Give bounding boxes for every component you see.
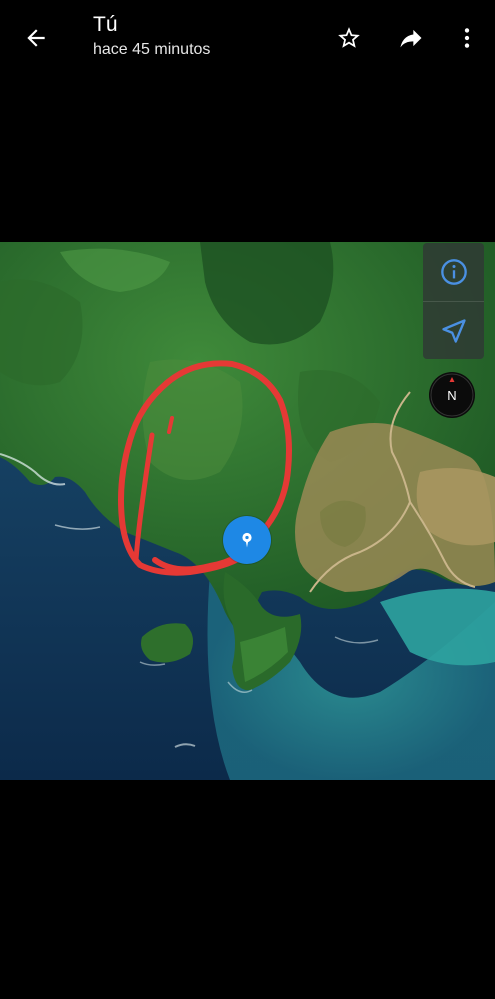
satellite-imagery — [0, 242, 495, 780]
star-outline-icon — [338, 27, 360, 48]
navigate-button[interactable] — [423, 301, 484, 360]
title-block: Tú hace 45 minutos — [93, 12, 210, 61]
page-title: Tú — [93, 13, 118, 36]
location-pin[interactable] — [223, 516, 271, 564]
more-vert-icon — [464, 28, 470, 48]
star-button[interactable] — [331, 20, 367, 56]
arrow-left-icon — [27, 29, 45, 47]
share-arrow-icon — [400, 29, 422, 48]
share-button[interactable] — [393, 20, 429, 56]
timestamp-subtitle: hace 45 minutos — [93, 41, 211, 58]
location-pin-icon — [242, 532, 252, 548]
info-icon — [440, 259, 467, 285]
satellite-map[interactable] — [0, 242, 495, 780]
navigation-arrow-icon — [441, 319, 466, 343]
top-app-bar: Tú hace 45 minutos — [0, 0, 495, 80]
info-button[interactable] — [423, 243, 484, 301]
map-controls — [423, 243, 484, 359]
compass-label: N — [447, 387, 457, 403]
more-options-button[interactable] — [449, 20, 485, 56]
back-button[interactable] — [18, 20, 54, 56]
compass-button[interactable]: N — [429, 372, 475, 418]
